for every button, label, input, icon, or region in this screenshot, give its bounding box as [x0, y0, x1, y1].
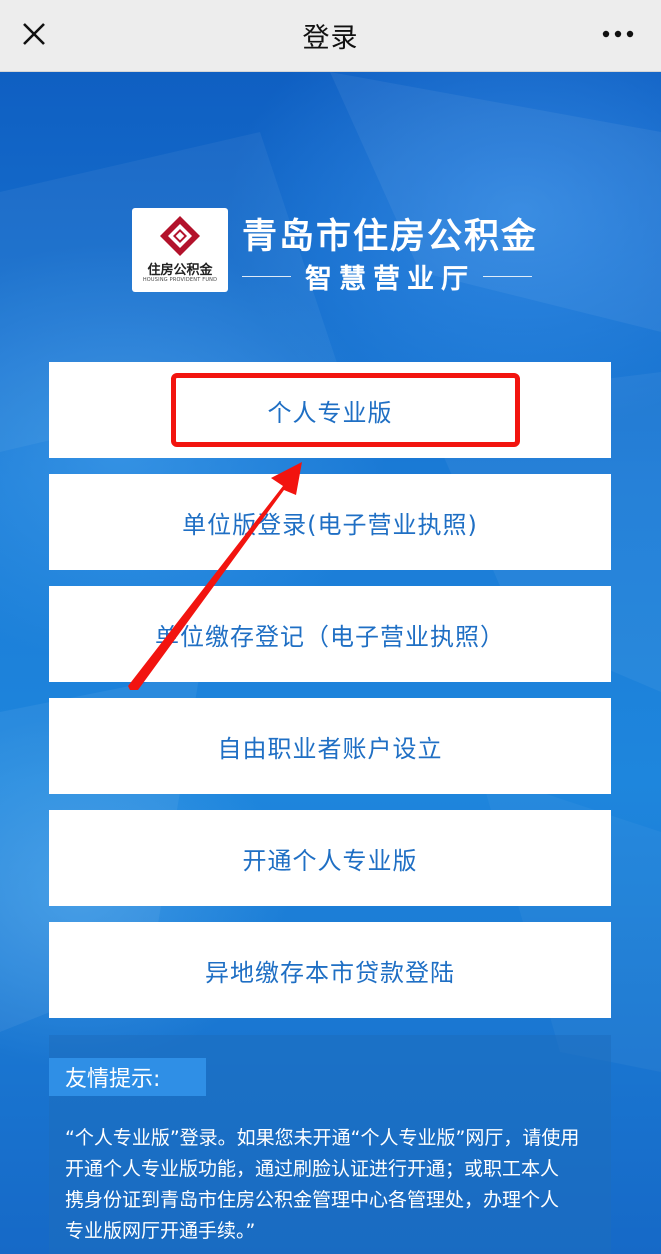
- brand-title: 青岛市住房公积金: [242, 217, 539, 257]
- tips-line: “个人专业版”登录。如果您未开通“个人专业版”网厅，请使用: [65, 1127, 580, 1149]
- menu-item-freelancer-account[interactable]: 自由职业者账户设立: [49, 698, 611, 794]
- top-bar: 登录: [0, 0, 661, 72]
- tips-label: 友情提示:: [49, 1058, 206, 1096]
- subtitle-line-right: [483, 275, 532, 277]
- subtitle-line-left: [242, 275, 291, 277]
- logo-english-text: HOUSING PROVIDENT FUND: [142, 277, 218, 283]
- tips-line: 携身份证到青岛市住房公积金管理中心各管理处，办理个人: [65, 1189, 560, 1211]
- menu-item-open-personal-pro[interactable]: 开通个人专业版: [49, 810, 611, 906]
- tips-line: 开通个人专业版功能，通过刷脸认证进行开通；或职工本人: [65, 1158, 560, 1180]
- brand-subtitle: 智慧营业厅: [242, 260, 532, 295]
- tips-panel: 友情提示: “个人专业版”登录。如果您未开通“个人专业版”网厅，请使用 开通个人…: [49, 1035, 611, 1254]
- more-dots-icon[interactable]: [601, 24, 637, 44]
- tips-line: 专业版网厅开通手续。”: [65, 1220, 256, 1242]
- provident-fund-logo: 住房公积金 HOUSING PROVIDENT FUND: [132, 208, 228, 292]
- close-icon[interactable]: [14, 14, 54, 54]
- brand-subtitle-text: 智慧营业厅: [305, 263, 475, 295]
- logo-chinese-text: 住房公积金: [147, 263, 213, 278]
- tips-text: “个人专业版”登录。如果您未开通“个人专业版”网厅，请使用 开通个人专业版功能，…: [65, 1123, 601, 1247]
- menu-item-personal-pro[interactable]: 个人专业版: [49, 362, 611, 458]
- brand-header: 住房公积金 HOUSING PROVIDENT FUND 青岛市住房公积金 智慧…: [132, 208, 536, 298]
- menu-item-unit-deposit-register[interactable]: 单位缴存登记（电子营业执照）: [49, 586, 611, 682]
- login-menu: 个人专业版 单位版登录(电子营业执照) 单位缴存登记（电子营业执照） 自由职业者…: [49, 362, 611, 1034]
- menu-item-remote-deposit-loan[interactable]: 异地缴存本市贷款登陆: [49, 922, 611, 1018]
- logo-emblem-icon: [160, 216, 200, 256]
- menu-item-unit-login[interactable]: 单位版登录(电子营业执照): [49, 474, 611, 570]
- page-title: 登录: [302, 23, 359, 54]
